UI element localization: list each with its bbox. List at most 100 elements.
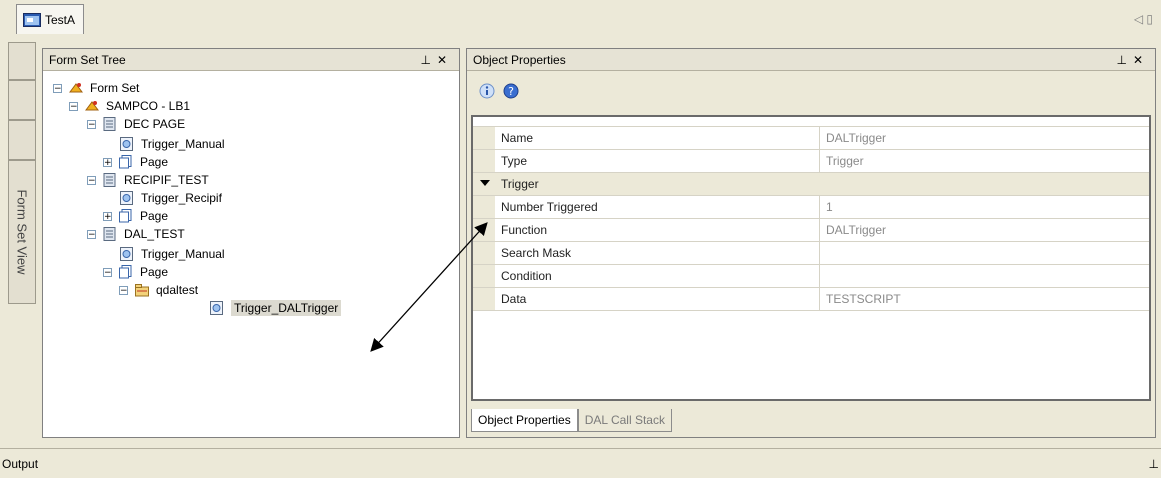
properties-tab-strip: Object Properties DAL Call Stack: [471, 409, 672, 433]
svg-text:?: ?: [508, 85, 514, 98]
property-row-name[interactable]: Name DALTrigger: [473, 127, 1149, 150]
property-value[interactable]: DALTrigger: [819, 219, 1146, 241]
property-value[interactable]: Trigger: [819, 150, 1146, 172]
property-value[interactable]: 1: [819, 196, 1146, 218]
trigger-icon: [120, 137, 133, 151]
form-set-tree-panel: Form Set Tree ⊥✕ − Form Set − SAMPCO - L…: [42, 48, 460, 438]
document-tab-strip: TestA ◁ ▯: [0, 0, 1161, 38]
expand-icon[interactable]: +: [103, 211, 112, 221]
tree-node-form-set[interactable]: − Form Set: [53, 79, 139, 97]
collapse-icon[interactable]: −: [53, 83, 62, 93]
grid-header-row: [473, 117, 1149, 127]
side-tab-form-set-view-label: Form Set View: [14, 189, 30, 275]
property-row-function[interactable]: Function DALTrigger: [473, 219, 1149, 242]
side-tab-strip: Form Set View: [8, 42, 38, 432]
pin-icon[interactable]: ⊥: [420, 53, 436, 67]
tree-node-qdaltest[interactable]: − qdaltest: [119, 281, 198, 299]
collapse-icon[interactable]: −: [103, 267, 112, 277]
tree-node-label: qdaltest: [156, 283, 199, 297]
trigger-icon: [120, 191, 133, 205]
document-tab-label: TestA: [45, 12, 76, 27]
output-bar[interactable]: Output ⊥: [0, 448, 1161, 478]
object-properties-title: Object Properties: [473, 52, 566, 67]
section-icon: [135, 284, 149, 297]
tree-node-label: DAL_TEST: [124, 227, 185, 241]
close-icon[interactable]: ✕: [1133, 53, 1149, 67]
tab-scroll-arrows-icon[interactable]: ◁ ▯: [1134, 12, 1153, 26]
tree-node-label: Form Set: [90, 81, 140, 95]
form-icon: [103, 117, 116, 131]
trigger-icon: [120, 247, 133, 261]
tree-node-trigger-manual[interactable]: Trigger_Manual: [119, 245, 225, 263]
tree-node-label-selected: Trigger_DALTrigger: [231, 300, 342, 316]
property-name: Type: [501, 154, 528, 168]
side-tab-3[interactable]: [8, 120, 36, 160]
tree-node-recipif-test[interactable]: − RECIPIF_TEST: [87, 171, 209, 189]
tree-node-dal-test[interactable]: − DAL_TEST: [87, 225, 185, 243]
property-category-label: Trigger: [501, 177, 539, 191]
property-value[interactable]: [819, 265, 1146, 287]
tab-dal-call-stack[interactable]: DAL Call Stack: [577, 409, 672, 432]
help-icon[interactable]: ?: [503, 83, 519, 99]
tree-node-sampco-lb1[interactable]: − SAMPCO - LB1: [69, 97, 190, 115]
property-name: Name: [501, 131, 534, 145]
output-label: Output: [2, 457, 39, 471]
expand-icon[interactable]: +: [103, 157, 112, 167]
form-set-tree-title: Form Set Tree: [49, 52, 126, 67]
property-name: Function: [501, 223, 548, 237]
property-row-type[interactable]: Type Trigger: [473, 150, 1149, 173]
tree-node-label: Page: [140, 155, 169, 169]
form-set-icon: [69, 83, 83, 93]
property-value[interactable]: [819, 242, 1146, 264]
side-tab-form-set-view[interactable]: Form Set View: [8, 160, 36, 304]
document-tab-testa[interactable]: TestA: [16, 4, 84, 34]
side-tab-2[interactable]: [8, 80, 36, 120]
object-properties-header: Object Properties ⊥✕: [467, 49, 1155, 71]
page-icon: [119, 155, 132, 169]
tree-node-label: SAMPCO - LB1: [106, 99, 191, 113]
property-row-search-mask[interactable]: Search Mask: [473, 242, 1149, 265]
property-category-trigger[interactable]: Trigger: [473, 173, 1149, 196]
property-value[interactable]: TESTSCRIPT: [819, 288, 1146, 310]
collapse-icon[interactable]: −: [87, 175, 96, 185]
tree-node-trigger-recipif[interactable]: Trigger_Recipif: [119, 189, 222, 207]
object-properties-toolbar: ?: [471, 75, 1159, 107]
property-row-data[interactable]: Data TESTSCRIPT: [473, 288, 1149, 311]
property-name: Search Mask: [501, 246, 572, 260]
collapse-arrow-icon[interactable]: [480, 180, 490, 186]
tree-node-label: DEC PAGE: [124, 117, 186, 131]
tree-node-dec-page[interactable]: − DEC PAGE: [87, 115, 185, 133]
tree-node-page[interactable]: − Page: [103, 263, 168, 281]
form-icon: [103, 173, 116, 187]
property-row-condition[interactable]: Condition: [473, 265, 1149, 288]
property-grid: Name DALTrigger Type Trigger Trigger Num…: [471, 115, 1151, 401]
form-set-icon: [85, 101, 99, 111]
collapse-icon[interactable]: −: [87, 119, 96, 129]
tree-node-label: Page: [140, 209, 169, 223]
tree-node-trigger-manual[interactable]: Trigger_Manual: [119, 135, 225, 153]
close-icon[interactable]: ✕: [437, 53, 453, 67]
pin-icon[interactable]: ⊥: [1149, 457, 1159, 471]
collapse-icon[interactable]: −: [87, 229, 96, 239]
property-value[interactable]: DALTrigger: [819, 127, 1146, 149]
tree-node-label: Trigger_Manual: [141, 247, 225, 261]
collapse-icon[interactable]: −: [69, 101, 78, 111]
form-icon: [103, 227, 116, 241]
property-name: Condition: [501, 269, 552, 283]
property-name: Number Triggered: [501, 200, 598, 214]
tree-node-label: Trigger_Manual: [141, 137, 225, 151]
property-row-number-triggered[interactable]: Number Triggered 1: [473, 196, 1149, 219]
side-tab-1[interactable]: [8, 42, 36, 80]
tree-node-page[interactable]: + Page: [103, 207, 168, 225]
trigger-icon: [210, 301, 223, 315]
form-set-tree-header: Form Set Tree ⊥✕: [43, 49, 459, 71]
pin-icon[interactable]: ⊥: [1116, 53, 1132, 67]
collapse-icon[interactable]: −: [119, 285, 128, 295]
tree-node-page[interactable]: + Page: [103, 153, 168, 171]
info-icon[interactable]: [479, 83, 495, 99]
property-name: Data: [501, 292, 527, 306]
page-icon: [119, 265, 132, 279]
tree-node-label: RECIPIF_TEST: [124, 173, 209, 187]
tree-node-trigger-daltrigger[interactable]: Trigger_DALTrigger: [209, 299, 342, 317]
tab-object-properties[interactable]: Object Properties: [471, 409, 578, 432]
